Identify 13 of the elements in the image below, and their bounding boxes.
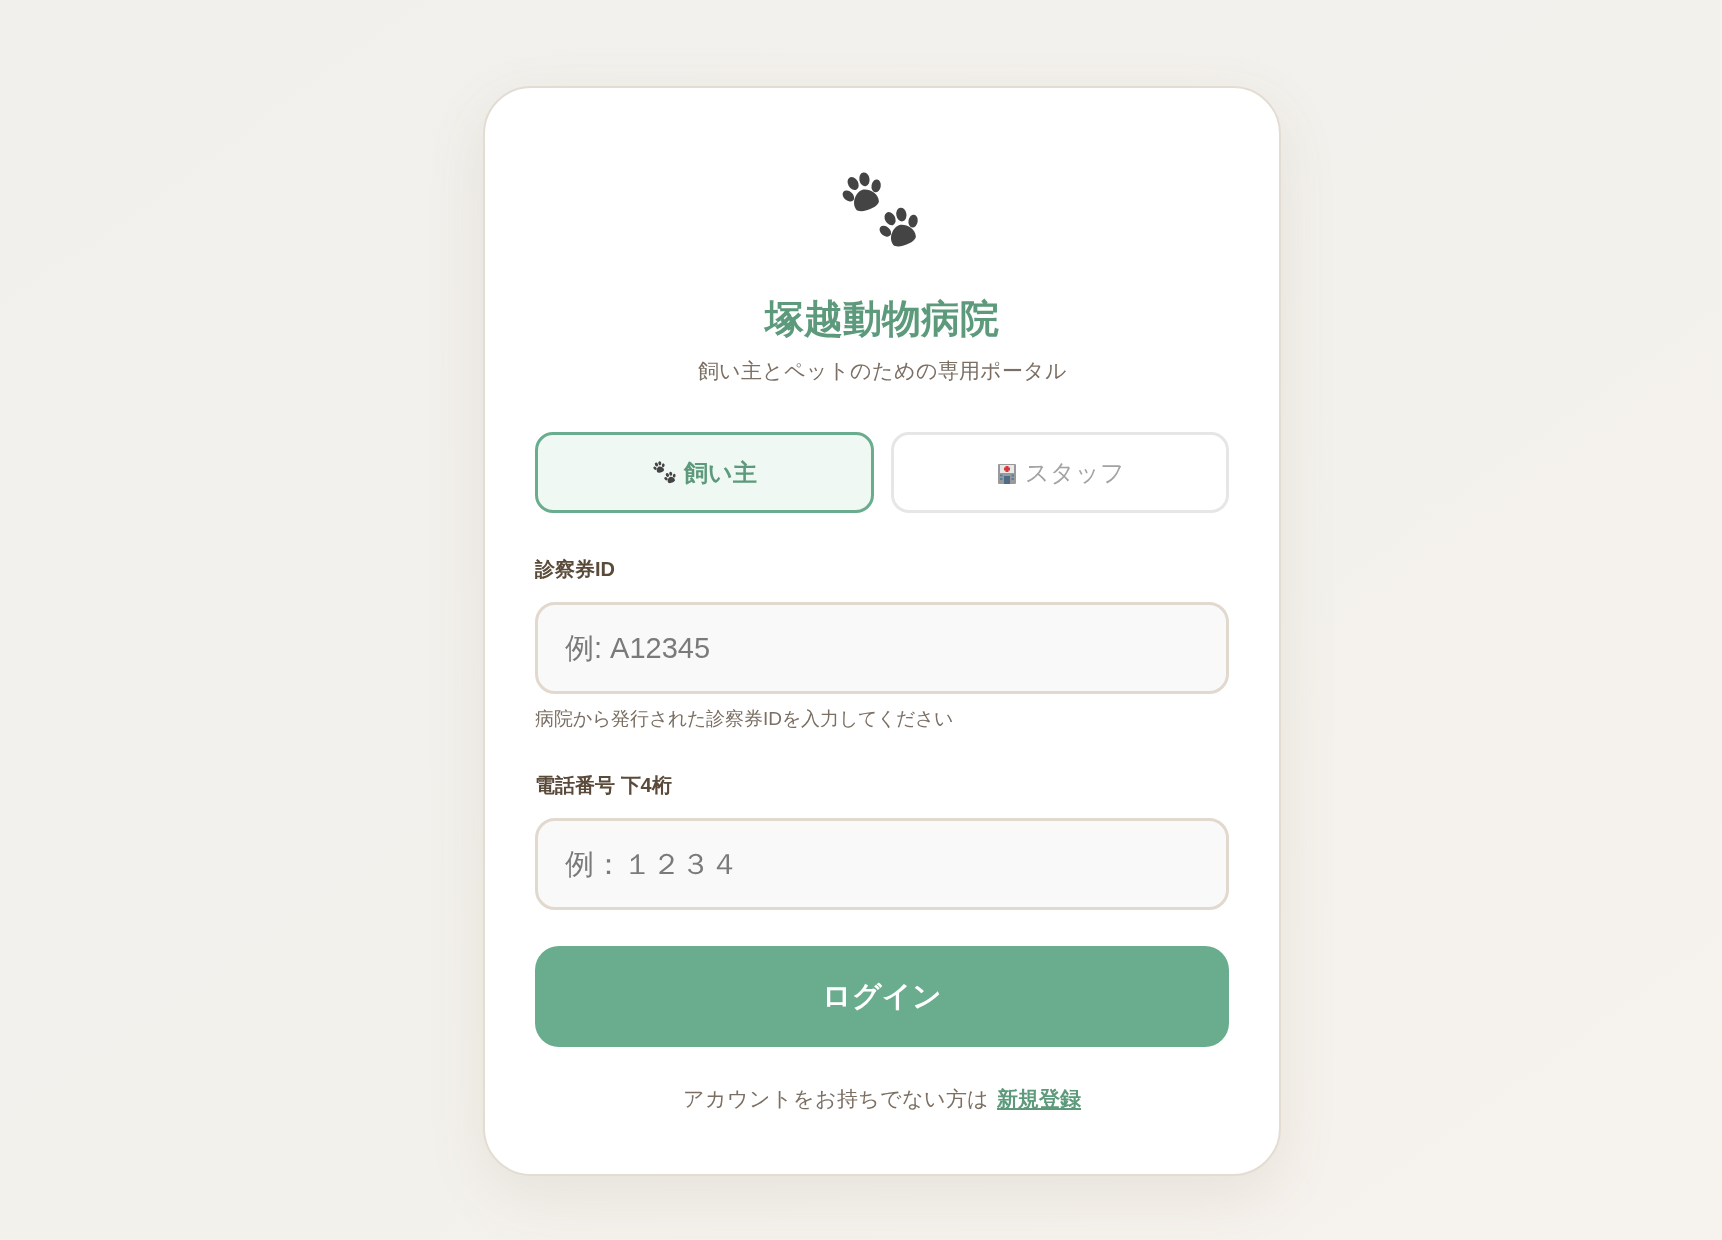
- role-tab[interactable]: スタッフ: [890, 432, 1229, 513]
- paw-prints-icon: [651, 459, 678, 486]
- login-button[interactable]: ログイン: [535, 946, 1229, 1047]
- field-label: 診察券ID: [535, 557, 616, 582]
- portal-subtitle: 飼い主とペットのための専用ポータル: [696, 358, 1068, 384]
- clinic-title: 塚越動物病院: [763, 296, 1000, 342]
- field-label: 電話番号 下4桁: [535, 773, 673, 798]
- role-tab[interactable]: 飼い主: [535, 432, 874, 513]
- field-hint: 病院から発行された診察券IDを入力してください: [535, 707, 954, 731]
- phone-field[interactable]: 例：１２３４: [535, 818, 1229, 910]
- card-id-field[interactable]: 例: A12345: [535, 602, 1229, 694]
- signup-link[interactable]: 新規登録: [997, 1087, 1081, 1110]
- signup-prompt: アカウントをお持ちでない方は 新規登録: [682, 1086, 1082, 1112]
